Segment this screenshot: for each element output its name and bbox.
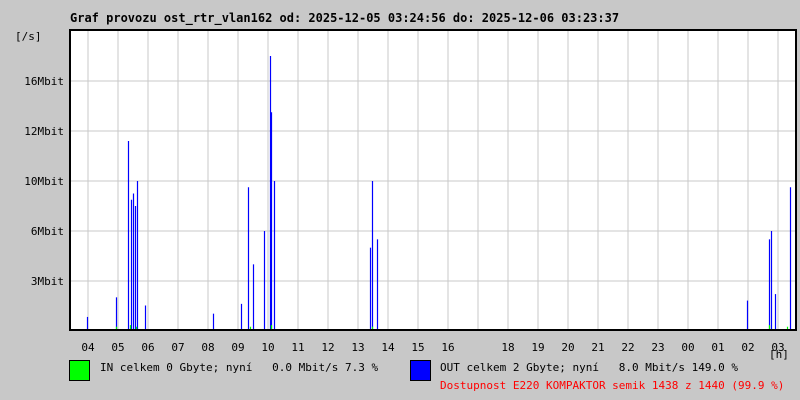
traffic-chart: 04 05 06 07 08 09 10 11 12 13 14 15 16 18 19 20 21 22 23 00… — [24, 29, 797, 354]
y-tick-label: 6Mbit — [31, 225, 64, 238]
x-tick-label: 16 — [441, 341, 454, 354]
x-tick-label: 06 — [141, 341, 154, 354]
x-tick-label: 05 — [111, 341, 124, 354]
x-tick-label: 20 — [561, 341, 574, 354]
y-tick-label: 12Mbit — [24, 125, 64, 138]
x-tick-label: 04 — [81, 341, 95, 354]
x-tick-label: 12 — [321, 341, 334, 354]
x-tick-label: 10 — [261, 341, 274, 354]
x-tick-label: 02 — [741, 341, 754, 354]
x-tick-label: 01 — [711, 341, 724, 354]
x-tick-label: 03 — [771, 341, 784, 354]
out-legend-text: OUT celkem 2 Gbyte; nyní 8.0 Mbit/s 149.… — [440, 361, 739, 374]
x-tick-label: 18 — [501, 341, 514, 354]
x-tick-label: 00 — [681, 341, 694, 354]
x-tick-label: 21 — [591, 341, 604, 354]
y-tick-label: 16Mbit — [24, 75, 64, 88]
x-tick-label: 19 — [531, 341, 544, 354]
in-legend-swatch — [69, 360, 90, 381]
x-tick-label: 11 — [291, 341, 304, 354]
x-tick-label: 14 — [381, 341, 395, 354]
availability-text: Dostupnost E220 KOMPAKTOR semik 1438 z 1… — [440, 379, 785, 392]
in-legend-text: IN celkem 0 Gbyte; nyní 0.0 Mbit/s 7.3 % — [100, 361, 379, 374]
x-tick-label: 09 — [231, 341, 244, 354]
x-tick-label: 08 — [201, 341, 214, 354]
x-tick-label: 23 — [651, 341, 664, 354]
y-tick-label: 10Mbit — [24, 175, 64, 188]
plot-area — [70, 30, 796, 330]
out-legend-swatch — [410, 360, 431, 381]
y-tick-label: 3Mbit — [31, 275, 64, 288]
x-tick-label: 22 — [621, 341, 634, 354]
x-tick-label: 15 — [411, 341, 424, 354]
x-tick-label: 07 — [171, 341, 184, 354]
x-tick-label: 13 — [351, 341, 364, 354]
